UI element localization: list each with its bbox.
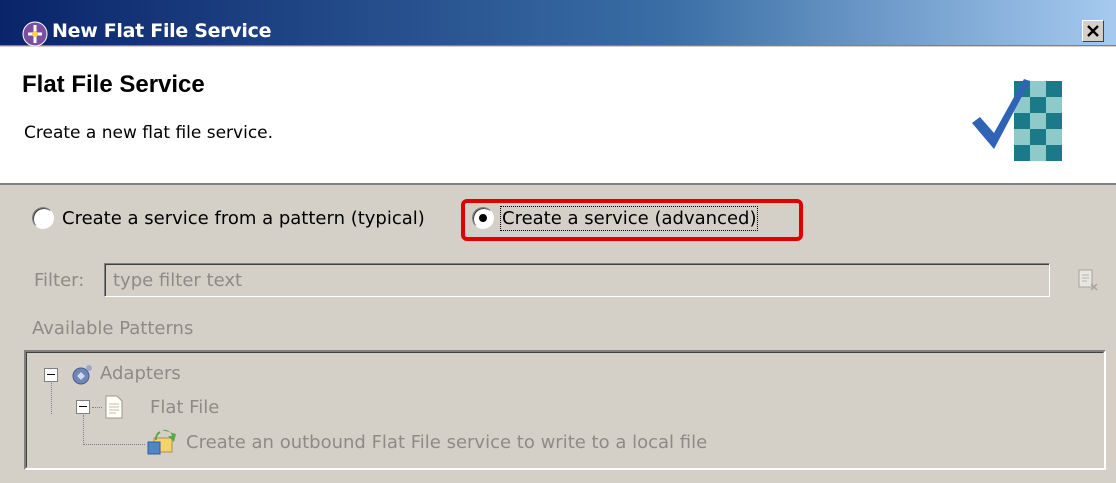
document-icon xyxy=(105,395,123,419)
advanced-radio-label[interactable]: Create a service (advanced) xyxy=(499,206,759,231)
filter-label: Filter: xyxy=(34,270,85,291)
app-icon xyxy=(22,21,48,47)
available-patterns-label: Available Patterns xyxy=(32,318,194,339)
patterns-tree[interactable]: Adapters Flat File Create an outbound Fl… xyxy=(24,350,1106,470)
page-title: Flat File Service xyxy=(22,71,205,98)
tree-item-adapters[interactable]: Adapters xyxy=(100,363,181,391)
close-button[interactable] xyxy=(1082,20,1104,42)
page-description: Create a new flat file service. xyxy=(24,123,274,143)
tree-item-outbound-flat-file-service[interactable]: Create an outbound Flat File service to … xyxy=(186,432,707,460)
new-flat-file-service-dialog: New Flat File Service Flat File Service … xyxy=(0,0,1116,483)
title-bar[interactable]: New Flat File Service xyxy=(0,0,1116,47)
tree-item-flat-file[interactable]: Flat File xyxy=(150,397,219,425)
window-title: New Flat File Service xyxy=(52,20,272,42)
collapse-adapters-toggle[interactable] xyxy=(44,368,58,382)
filter-input[interactable] xyxy=(104,263,1050,297)
pattern-radio[interactable] xyxy=(32,207,54,229)
close-icon xyxy=(1087,25,1099,37)
advanced-radio-text[interactable]: Create a service (advanced) xyxy=(499,206,759,231)
wizard-logo-icon xyxy=(972,79,1062,161)
outbound-service-icon xyxy=(147,429,176,455)
clear-filter-icon[interactable] xyxy=(1075,268,1101,294)
adapters-icon xyxy=(72,365,92,385)
service-type-options: Create a service from a pattern (typical… xyxy=(26,199,806,241)
pattern-radio-label[interactable]: Create a service from a pattern (typical… xyxy=(62,208,425,229)
collapse-flat-file-toggle[interactable] xyxy=(76,400,90,414)
advanced-radio[interactable] xyxy=(472,207,494,229)
wizard-banner: Flat File Service Create a new flat file… xyxy=(0,47,1116,185)
